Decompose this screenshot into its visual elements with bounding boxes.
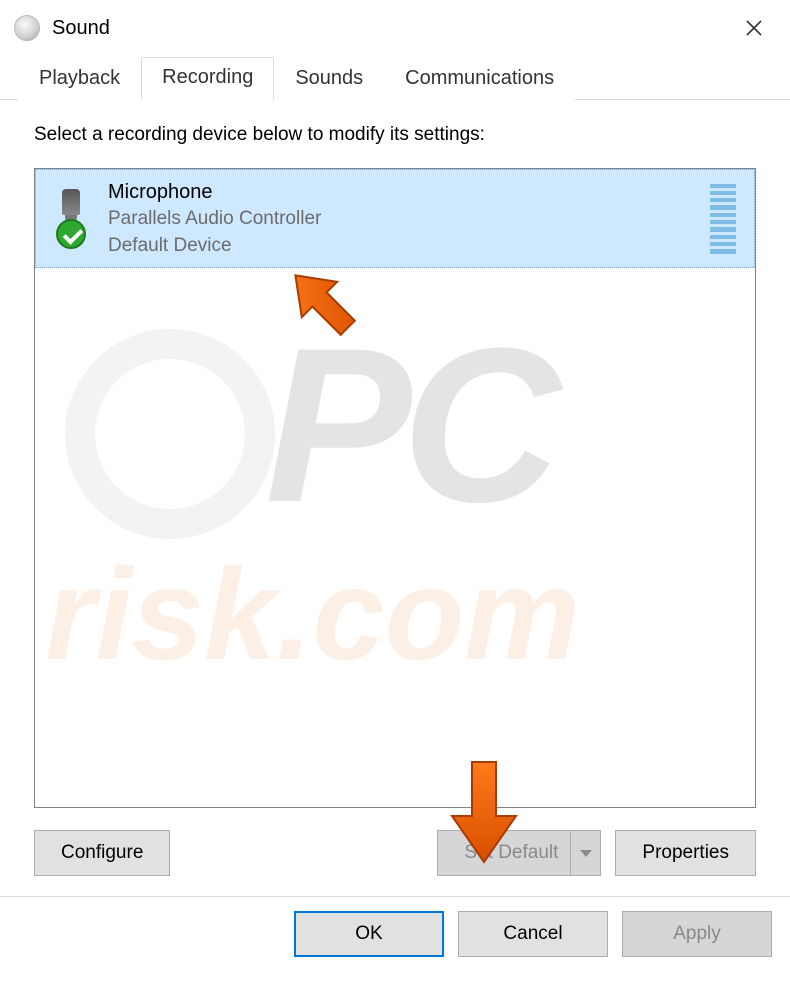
instruction-text: Select a recording device below to modif… (34, 124, 756, 146)
watermark: PC risk.com (35, 289, 755, 807)
device-icon-column (48, 189, 94, 249)
set-default-dropdown[interactable] (570, 830, 600, 876)
tab-sounds[interactable]: Sounds (274, 58, 384, 100)
close-icon (746, 20, 762, 36)
device-controller: Parallels Audio Controller (108, 206, 696, 233)
set-default-label: Set Default (464, 842, 558, 864)
device-text: Microphone Parallels Audio Controller De… (108, 178, 696, 259)
panel-button-row: Configure Set Default Properties (34, 830, 756, 876)
set-default-button[interactable]: Set Default (437, 830, 601, 876)
recording-panel: Select a recording device below to modif… (0, 100, 790, 896)
microphone-icon (62, 189, 80, 215)
tab-row: Playback Recording Sounds Communications (0, 54, 790, 100)
ok-button[interactable]: OK (294, 911, 444, 957)
chevron-down-icon (580, 850, 592, 857)
tab-playback[interactable]: Playback (18, 58, 141, 100)
close-button[interactable] (732, 6, 776, 50)
apply-button[interactable]: Apply (622, 911, 772, 957)
cancel-button[interactable]: Cancel (458, 911, 608, 957)
device-list[interactable]: PC risk.com Microphone Parallels Audio C… (34, 168, 756, 808)
properties-button[interactable]: Properties (615, 830, 756, 876)
device-item-microphone[interactable]: Microphone Parallels Audio Controller De… (35, 169, 755, 268)
default-check-icon (56, 219, 86, 249)
dialog-footer: OK Cancel Apply (0, 896, 790, 957)
device-name: Microphone (108, 178, 696, 206)
level-meter (710, 184, 736, 254)
window-title: Sound (52, 17, 110, 40)
tab-recording[interactable]: Recording (141, 57, 274, 100)
configure-button[interactable]: Configure (34, 830, 170, 876)
tab-communications[interactable]: Communications (384, 58, 575, 100)
device-status: Default Device (108, 233, 696, 260)
titlebar: Sound (0, 0, 790, 54)
sound-app-icon (14, 15, 40, 41)
